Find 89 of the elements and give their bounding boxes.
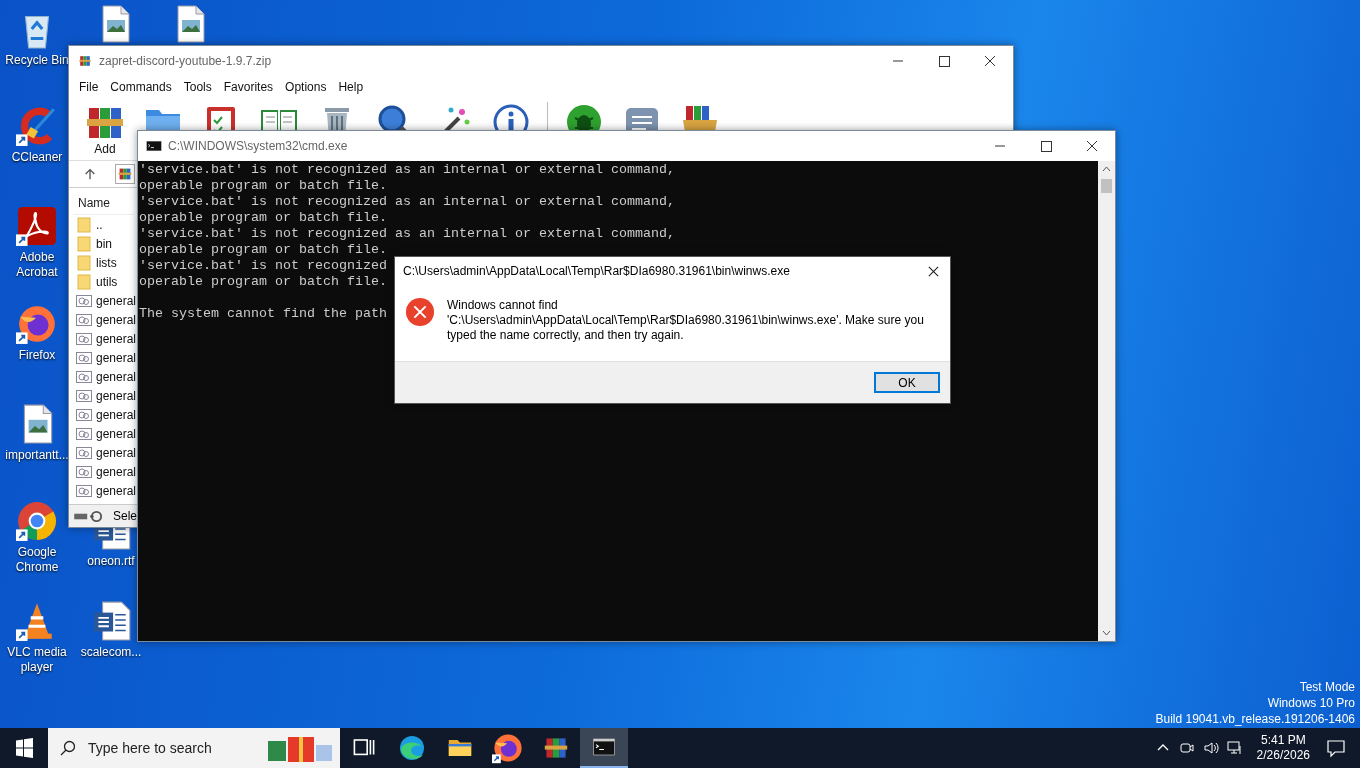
console-line: operable program or batch file. [139, 242, 387, 257]
file-name[interactable]: general [96, 407, 137, 422]
menu-item[interactable]: Options [279, 80, 333, 94]
icon-label: Google Chrome [14, 545, 60, 575]
camera-icon[interactable] [1178, 740, 1195, 756]
icon-label: importantt... [5, 448, 69, 463]
status-text: Sele [113, 509, 138, 523]
icon-label: Adobe Acrobat [15, 250, 59, 280]
file-name[interactable]: general [96, 426, 137, 441]
menu-item[interactable]: Favorites [217, 80, 280, 94]
up-arrow-icon[interactable] [83, 167, 97, 181]
network-icon[interactable] [1226, 740, 1243, 756]
gear-file-icon [76, 387, 92, 404]
books-icon [115, 164, 135, 184]
error-message: Windows cannot find 'C:\Users\admin\AppData\Local\Temp\Rar$DIa6980.31961\bin\winws.exe'. Make sure you typed the name correctly, and then try again. [447, 297, 925, 343]
system-notice: Test Mode [1299, 679, 1355, 695]
console-line: operable program or batch file. [139, 210, 387, 225]
file-name[interactable]: general [96, 312, 137, 327]
menu-item[interactable]: Commands [104, 80, 178, 94]
console-line: operable program or batch file. [139, 274, 387, 289]
info-icon[interactable] [491, 102, 531, 130]
scroll-thumb[interactable] [1101, 179, 1112, 193]
console-line: operable program or batch file. [139, 178, 387, 193]
icon-label: Recycle Bin [5, 53, 69, 68]
system-notice: Build 19041.vb_release.191206-1406 [1155, 711, 1355, 727]
terminal-icon [146, 138, 162, 154]
file-name[interactable]: general [96, 350, 137, 365]
add-button[interactable]: Add [83, 98, 127, 156]
fox-globe-icon [492, 732, 524, 764]
window-title: C:\WINDOWS\system32\cmd.exe [168, 139, 348, 153]
search-field[interactable]: Type here to search [48, 728, 340, 768]
error-icon [405, 297, 435, 327]
notification-icon[interactable] [1326, 738, 1346, 758]
icon-label: CCleaner [11, 150, 63, 165]
file-name[interactable]: lists [96, 255, 117, 270]
folder-icon [76, 216, 92, 233]
folder-icon [76, 254, 92, 271]
browser-icon[interactable] [16, 500, 58, 542]
system-notice: Windows 10 Pro [1267, 695, 1355, 711]
console-line: The system cannot find the path [139, 306, 387, 321]
file-name[interactable]: general [96, 464, 137, 479]
console-line: 'service.bat' is not recognized as an internal or external command, [139, 194, 675, 209]
gear-file-icon [76, 482, 92, 499]
clock-date[interactable]: 2/26/2026 [1256, 748, 1310, 763]
fox-globe-icon[interactable] [16, 303, 58, 345]
icon-label: scalecom... [80, 645, 142, 660]
column-header[interactable]: Name [73, 192, 134, 215]
search-placeholder: Type here to search [88, 740, 212, 756]
menu-item[interactable]: Tools [177, 80, 218, 94]
broom-icon[interactable] [16, 105, 58, 147]
file-name[interactable]: general [96, 445, 137, 460]
ok-button[interactable]: OK [874, 372, 940, 393]
gear-file-icon [76, 406, 92, 423]
file-name[interactable]: general [96, 369, 137, 384]
file-name[interactable]: general [96, 331, 137, 346]
gear-file-icon [76, 311, 92, 328]
menu-item[interactable]: File [73, 80, 105, 94]
taskbar-button[interactable] [580, 728, 628, 768]
icon-label: oneon.rtf [87, 554, 135, 569]
window-title: zapret-discord-youtube-1.9.7.zip [99, 54, 272, 68]
file-name[interactable]: .. [96, 217, 103, 232]
folder-icon [76, 273, 92, 290]
gear-file-icon [76, 349, 92, 366]
close-icon[interactable] [927, 264, 940, 278]
gear-file-icon [76, 368, 92, 385]
clock-time[interactable]: 5:41 PM [1260, 733, 1306, 748]
gear-file-icon [76, 330, 92, 347]
console-line: 'service.bat' is not recognized [139, 258, 387, 273]
scrollbar[interactable] [1098, 161, 1115, 641]
volume-icon[interactable] [1202, 740, 1219, 756]
gear-file-icon [76, 292, 92, 309]
file-name[interactable]: utils [96, 274, 118, 289]
pdf-app-icon[interactable] [16, 205, 58, 247]
search-icon [60, 740, 76, 756]
folder-icon [76, 235, 92, 252]
gear-file-icon [76, 425, 92, 442]
icon-label: Firefox [18, 348, 56, 363]
console-line: 'service.bat' is not recognized as an internal or external command, [139, 226, 675, 241]
menu-item[interactable]: Help [332, 80, 370, 94]
gear-file-icon [76, 444, 92, 461]
gear-file-icon [76, 463, 92, 480]
books-icon [77, 53, 93, 69]
file-name[interactable]: general [96, 388, 137, 403]
icon-label: VLC media player [6, 645, 68, 675]
file-name[interactable]: general [96, 293, 137, 308]
console-line: 'service.bat' is not recognized as an internal or external command, [139, 162, 675, 177]
file-name[interactable]: bin [96, 236, 112, 251]
dialog-title: C:\Users\admin\AppData\Local\Temp\Rar$DIa6980.31961\bin\winws.exe [403, 264, 790, 278]
file-name[interactable]: general [96, 483, 137, 498]
